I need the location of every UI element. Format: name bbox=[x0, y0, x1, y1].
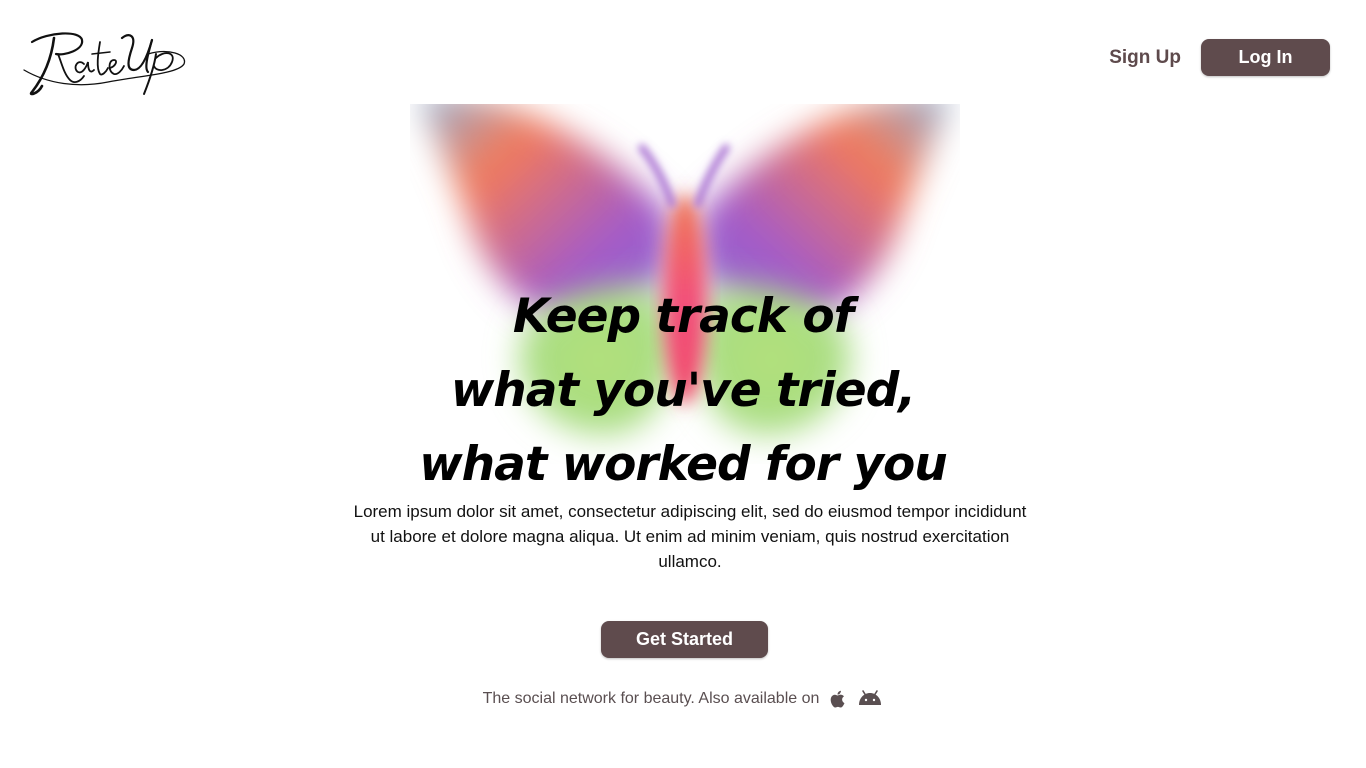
landing-page: Sign Up Log In Keep track of what you've… bbox=[0, 0, 1366, 768]
sign-up-link[interactable]: Sign Up bbox=[1107, 43, 1183, 73]
get-started-button[interactable]: Get Started bbox=[601, 621, 768, 658]
rateup-logo[interactable] bbox=[18, 24, 188, 98]
hero-section: Keep track of what you've tried, what wo… bbox=[0, 280, 1366, 502]
log-in-button[interactable]: Log In bbox=[1201, 39, 1330, 76]
tagline-text: The social network for beauty. Also avai… bbox=[482, 690, 820, 707]
android-icon[interactable] bbox=[857, 688, 883, 710]
availability-line: The social network for beauty. Also avai… bbox=[0, 688, 1366, 710]
headline-line-1: Keep track of bbox=[512, 289, 854, 344]
headline-line-2: what you've tried, bbox=[450, 363, 916, 418]
headline-line-3: what worked for you bbox=[419, 437, 947, 492]
hero-headline: Keep track of what you've tried, what wo… bbox=[0, 280, 1366, 502]
apple-icon[interactable] bbox=[827, 688, 849, 710]
hero-description: Lorem ipsum dolor sit amet, consectetur … bbox=[353, 502, 1027, 571]
header-nav: Sign Up Log In bbox=[1107, 39, 1330, 76]
